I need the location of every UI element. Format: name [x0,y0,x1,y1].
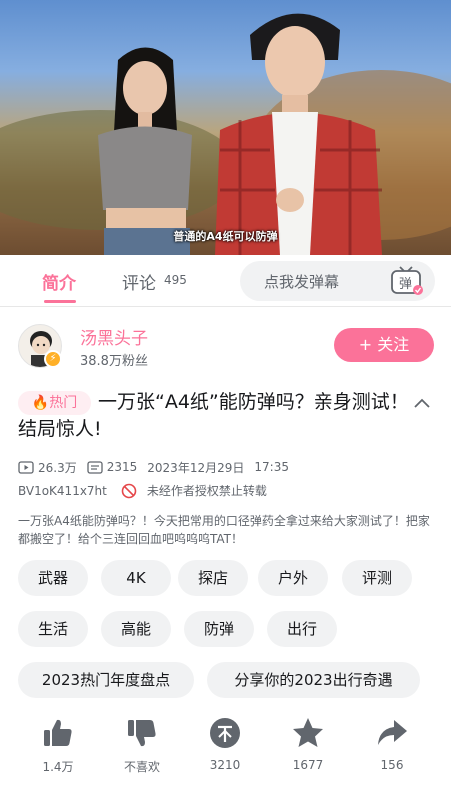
coin-icon [210,718,240,748]
tab-bar: 简介 评论 495 点我发弹幕 弹 [0,255,451,307]
share-count: 156 [380,758,404,772]
share-button[interactable]: 156 [362,712,422,772]
danmaku-count: 2315 [106,460,138,474]
publish-date: 2023年12月29日 [147,460,245,475]
dislike-label: 不喜欢 [123,760,160,774]
video-person-man [215,13,382,255]
tag-chip[interactable]: 探店 [178,560,248,596]
thumbs-up-icon [44,719,72,746]
tag-chip[interactable]: 4K [101,560,171,596]
view-count: 26.3万 [38,460,77,475]
tag-chip[interactable]: 分享你的2023出行奇遇 [207,662,420,698]
video-player[interactable]: 普通的A4纸可以防弹 [0,0,451,255]
thumbs-down-icon [128,720,156,747]
tag-chip[interactable]: 生活 [18,611,88,647]
danmaku-placeholder: 点我发弹幕 [264,273,340,291]
tab-comment[interactable]: 评论 [122,269,156,294]
uploader-fans: 38.8万粉丝 [80,354,148,369]
no-repost-icon [121,483,137,498]
uploader-name[interactable]: 汤黑头子 [80,324,148,349]
danmaku-toggle-icon[interactable]: 弹 [390,266,424,296]
tab-active-indicator [44,300,76,303]
share-arrow-icon [378,720,407,745]
coin-count: 3210 [209,758,241,772]
danmaku-toggle-label: 弹 [399,277,412,292]
verified-badge-icon: ⚡ [44,350,62,368]
like-count: 1.4万 [42,760,74,774]
publish-time: 17:35 [254,460,289,474]
like-button[interactable]: 1.4万 [28,712,88,775]
tag-chip[interactable]: 高能 [101,611,171,647]
video-description: 一万张A4纸能防弹吗？！今天把常用的口径弹药全拿过来给大家测试了！把家都搬空了！… [18,514,430,546]
video-id-row: BV1oK411x7ht 未经作者授权禁止转载 [18,482,267,499]
tag-chip[interactable]: 2023热门年度盘点 [18,662,194,698]
bvid[interactable]: BV1oK411x7ht [18,484,107,498]
action-bar: 1.4万 不喜欢 3210 1677 156 [0,712,451,792]
favorite-count: 1677 [292,758,324,772]
follow-button[interactable]: + 关注 [334,328,434,362]
comment-count: 495 [164,273,187,287]
copyright-notice: 未经作者授权禁止转载 [146,484,267,498]
video-subtitle: 普通的A4纸可以防弹 [173,230,278,243]
star-icon [293,718,323,747]
video-stats: 26.3万 2315 2023年12月29日 17:35 [18,459,299,475]
tab-intro[interactable]: 简介 [42,269,76,294]
tag-chip[interactable]: 防弹 [184,611,254,647]
tag-chip[interactable]: 户外 [258,560,328,596]
chevron-up-icon[interactable] [412,394,432,414]
play-count-icon [18,460,34,474]
tag-chip[interactable]: 评测 [342,560,412,596]
video-person-woman [98,47,192,255]
dislike-button[interactable]: 不喜欢 [112,712,172,775]
tag-chip[interactable]: 武器 [18,560,88,596]
coin-button[interactable]: 3210 [195,712,255,772]
danmaku-count-icon [87,460,103,474]
favorite-button[interactable]: 1677 [278,712,338,772]
hot-badge[interactable]: 🔥热门 [18,391,91,415]
danmaku-input[interactable]: 点我发弹幕 弹 [240,261,435,301]
tag-chip[interactable]: 出行 [267,611,337,647]
